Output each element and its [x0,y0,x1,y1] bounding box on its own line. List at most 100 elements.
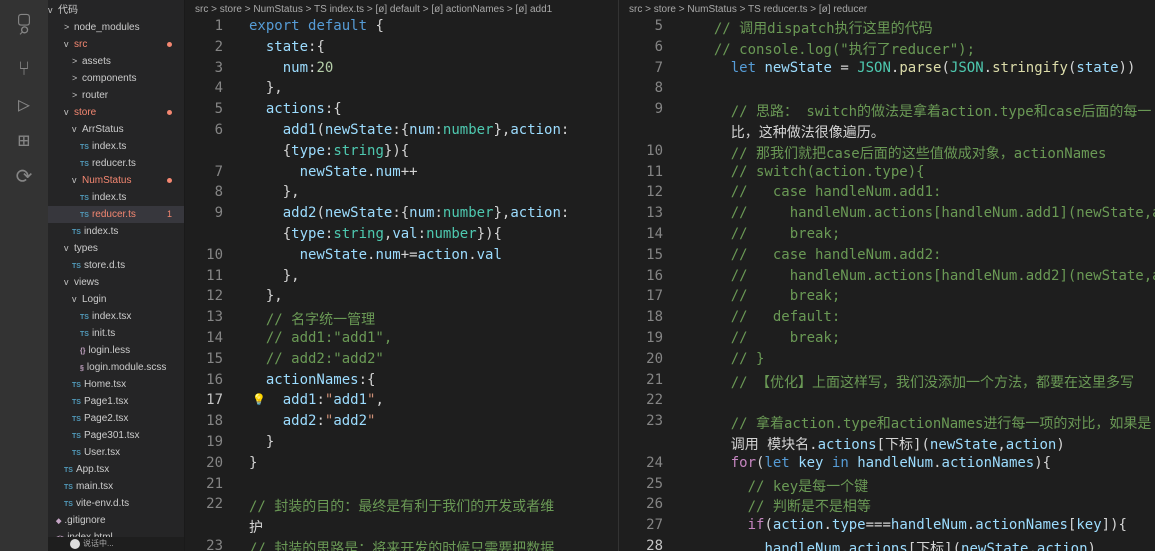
tree-item[interactable]: TS vite-env.d.ts [48,495,184,512]
code-line[interactable]: // 名字统一管理 [249,309,375,329]
tree-item[interactable]: TS index.ts [48,138,184,155]
code-line[interactable]: add1(newState:{num:number},action: [249,122,570,138]
code-line[interactable]: // add1:"add1", [249,330,392,346]
tree-item[interactable]: ◆ .gitignore [48,512,184,529]
code-line[interactable]: } [249,434,274,450]
code-line[interactable]: 比，这种做法很像遍历。 [697,122,885,142]
tree-item[interactable]: TS index.ts [48,189,184,206]
ts-file-icon: TS [80,195,89,202]
code-line[interactable]: // handleNum.actions[handleNum.add2](new… [697,268,1155,284]
line-number: 14 [646,226,663,242]
code-line[interactable]: // } [697,351,765,367]
code-line[interactable]: // 拿着action.type和actionNames进行每一项的对比，如果是 [697,413,1152,433]
code-line[interactable]: export default { [249,18,384,34]
code-line[interactable]: state:{ [249,39,325,55]
code-line[interactable]: // key是每一个键 [697,476,869,496]
tree-item[interactable]: > assets [48,53,184,70]
tree-item[interactable]: v store [48,104,184,121]
code-line[interactable]: add1:"add1", [249,392,384,408]
tree-item[interactable]: TS index.tsx [48,308,184,325]
code-line[interactable]: // default: [697,309,841,325]
tree-item[interactable]: TS init.ts [48,325,184,342]
tree-item[interactable]: TS Home.tsx [48,376,184,393]
explorer-root[interactable]: v 代码 [48,2,184,19]
code-line[interactable]: // add2:"add2" [249,351,384,367]
tree-item[interactable]: TS Page2.tsx [48,410,184,427]
code-line[interactable]: // case handleNum.add2: [697,247,942,263]
chevron-down-icon: v [48,5,53,15]
tree-item[interactable]: TS index.ts [48,223,184,240]
code-line[interactable]: {type:string}){ [249,143,409,159]
code-line[interactable]: // console.log("执行了reducer"); [697,39,975,59]
tree-item[interactable]: TS Page301.tsx [48,427,184,444]
code-line[interactable]: actions:{ [249,101,342,117]
run-debug-icon[interactable]: ▷ [12,92,36,116]
code-line[interactable]: num:20 [249,60,334,76]
code-line[interactable]: let newState = JSON.parse(JSON.stringify… [697,60,1136,76]
code-line[interactable]: newState.num+=action.val [249,247,502,263]
line-number: 18 [206,413,223,430]
tree-item[interactable]: > components [48,70,184,87]
tree-item[interactable]: TS reducer.ts 1 [48,206,184,223]
code-line[interactable]: // break; [697,330,841,346]
code-line[interactable]: // handleNum.actions[handleNum.add1](new… [697,205,1155,221]
code-line[interactable]: // 判断是不是相等 [697,496,871,516]
code-line[interactable]: 调用 模块名.actions[下标](newState,action) [697,434,1065,454]
chevron-down-icon: v [64,243,69,253]
extensions-icon[interactable]: ⊞ [12,128,36,152]
tree-item[interactable]: TS App.tsx [48,461,184,478]
tree-item[interactable]: § login.module.scss [48,359,184,376]
code-line[interactable]: }, [249,184,300,200]
code-line[interactable]: {type:string,val:number}){ [249,226,502,242]
code-line[interactable]: // 封装的思路是：将来开发的时候只需要把数据 [249,538,554,551]
breadcrumb[interactable]: src > store > NumStatus > TS reducer.ts … [619,0,1155,20]
code-line[interactable]: // 那我们就把case后面的这些值做成对象，actionNames [697,143,1107,163]
tree-item[interactable]: > node_modules [48,19,184,36]
code-line[interactable]: // switch(action.type){ [697,164,925,180]
remote-icon[interactable]: ⟳ [12,164,36,188]
lightbulb-icon[interactable]: 💡 [252,393,266,406]
right-editor[interactable]: src > store > NumStatus > TS reducer.ts … [619,0,1155,551]
chevron-down-icon: v [64,277,69,287]
code-line[interactable]: // 【优化】上面这样写，我们没添加一个方法，都要在这里多写 [697,372,1134,392]
tree-item[interactable]: TS store.d.ts [48,257,184,274]
code-line[interactable]: if(action.type===handleNum.actionNames[k… [697,517,1127,533]
tree-item[interactable]: TS User.tsx [48,444,184,461]
left-editor[interactable]: src > store > NumStatus > TS index.ts > … [185,0,618,551]
tree-item[interactable]: TS Page1.tsx [48,393,184,410]
tree-item[interactable]: TS reducer.ts [48,155,184,172]
tree-item-label: views [74,277,100,288]
tree-item-label: reducer.ts [91,158,136,169]
code-line[interactable]: // break; [697,288,841,304]
code-line[interactable]: add2:"add2" [249,413,376,429]
code-line[interactable]: }, [249,268,300,284]
line-number: 20 [206,454,223,471]
code-line[interactable]: // 封装的目的：最终是有利于我们的开发或者维 [249,496,554,516]
source-control-icon[interactable]: ⑂ [12,56,36,80]
code-line[interactable]: }, [249,288,283,304]
line-number: 15 [206,350,223,367]
search-icon[interactable]: ⌕ [12,18,36,42]
code-line[interactable]: newState.num++ [249,164,418,180]
tree-item[interactable]: {} login.less [48,342,184,359]
code-line[interactable]: // case handleNum.add1: [697,184,942,200]
breadcrumb[interactable]: src > store > NumStatus > TS index.ts > … [185,0,618,20]
tree-item[interactable]: v ArrStatus [48,121,184,138]
code-line[interactable]: add2(newState:{num:number},action: [249,205,570,221]
tree-item[interactable]: v views [48,274,184,291]
code-line[interactable]: 护 [249,517,263,537]
code-line[interactable]: // 思路： switch的做法是拿着action.type和case后面的每一 [697,101,1152,121]
code-line[interactable]: for(let key in handleNum.actionNames){ [697,455,1051,471]
tree-item[interactable]: v NumStatus [48,172,184,189]
code-line[interactable]: } [249,455,257,471]
code-line[interactable]: }, [249,80,283,96]
code-line[interactable]: handleNum.actions[下标](newState,action) [697,538,1096,551]
code-line[interactable]: // 调用dispatch执行这里的代码 [697,18,933,38]
tree-item[interactable]: TS main.tsx [48,478,184,495]
tree-item[interactable]: > router [48,87,184,104]
code-line[interactable]: // break; [697,226,841,242]
tree-item[interactable]: v src [48,36,184,53]
tree-item[interactable]: v types [48,240,184,257]
code-line[interactable]: actionNames:{ [249,372,376,388]
tree-item[interactable]: v Login [48,291,184,308]
